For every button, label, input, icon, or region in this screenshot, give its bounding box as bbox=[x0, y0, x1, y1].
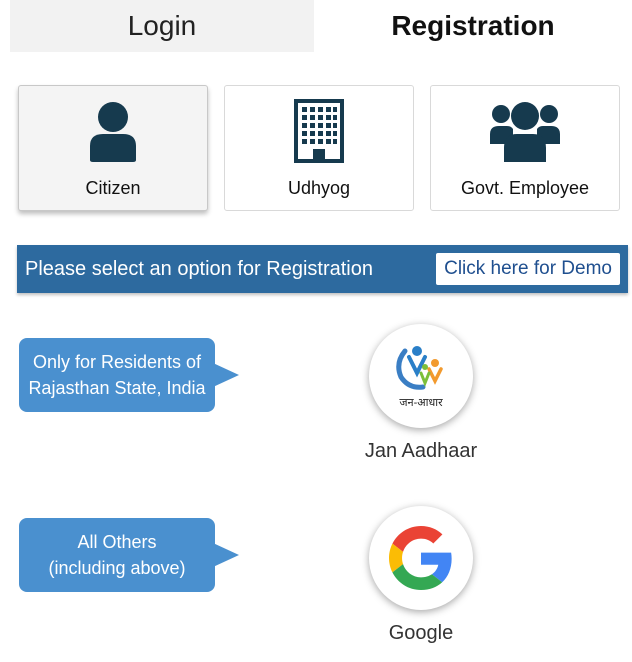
jan-aadhaar-button[interactable]: जन-आधार bbox=[369, 324, 473, 428]
users-icon bbox=[489, 98, 561, 164]
note-line: Only for Residents of bbox=[32, 352, 202, 372]
google-label: Google bbox=[388, 622, 454, 644]
option-govt-employee[interactable]: Govt. Employee bbox=[430, 85, 620, 211]
option-label: Udhyog bbox=[287, 178, 351, 198]
option-label: Govt. Employee bbox=[460, 178, 590, 198]
tab-registration[interactable]: Registration bbox=[314, 0, 632, 52]
user-icon bbox=[87, 98, 139, 164]
note-line: All Others bbox=[77, 532, 157, 552]
option-citizen[interactable]: Citizen bbox=[18, 85, 208, 211]
building-icon bbox=[294, 98, 344, 164]
note-line: Rajasthan State, India bbox=[28, 378, 206, 398]
google-logo-icon bbox=[389, 526, 452, 590]
note-line: (including above) bbox=[48, 558, 186, 578]
banner-text: Please select an option for Registration bbox=[25, 257, 373, 280]
jan-aadhaar-label: Jan Aadhaar bbox=[364, 440, 478, 462]
option-udhyog[interactable]: Udhyog bbox=[224, 85, 414, 211]
tab-login[interactable]: Login bbox=[10, 0, 314, 52]
registration-banner: Please select an option for Registration… bbox=[17, 245, 628, 293]
demo-button[interactable]: Click here for Demo bbox=[436, 253, 620, 285]
google-button[interactable] bbox=[369, 506, 473, 610]
jan-aadhaar-logo-text: जन-आधार bbox=[399, 396, 443, 409]
registration-page: Login Registration Citizen Udhyog Govt. … bbox=[0, 0, 632, 662]
jan-aadhaar-note: Only for Residents of Rajasthan State, I… bbox=[19, 338, 239, 412]
option-label: Citizen bbox=[85, 178, 141, 198]
jan-aadhaar-logo-icon bbox=[396, 345, 443, 390]
all-others-note: All Others (including above) bbox=[19, 518, 239, 592]
